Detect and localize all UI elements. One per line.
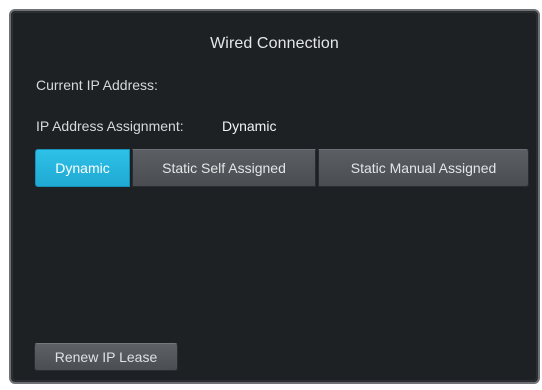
- ip-assignment-segmented-control: Dynamic Static Self Assigned Static Manu…: [35, 149, 529, 187]
- segment-static-self-assigned-button[interactable]: Static Self Assigned: [132, 149, 316, 187]
- segment-static-manual-assigned-button[interactable]: Static Manual Assigned: [318, 149, 529, 187]
- panel-inner-border: [12, 12, 537, 381]
- segment-dynamic-button[interactable]: Dynamic: [35, 149, 130, 187]
- panel-title: Wired Connection: [210, 35, 339, 52]
- ip-assignment-value: Dynamic: [222, 118, 277, 134]
- page: Wired Connection Current IP Address: IP …: [0, 0, 542, 390]
- current-ip-label: Current IP Address:: [36, 77, 158, 93]
- wired-connection-panel: Wired Connection Current IP Address: IP …: [9, 9, 540, 384]
- ip-assignment-label: IP Address Assignment:: [36, 118, 184, 134]
- renew-ip-lease-button[interactable]: Renew IP Lease: [34, 343, 178, 371]
